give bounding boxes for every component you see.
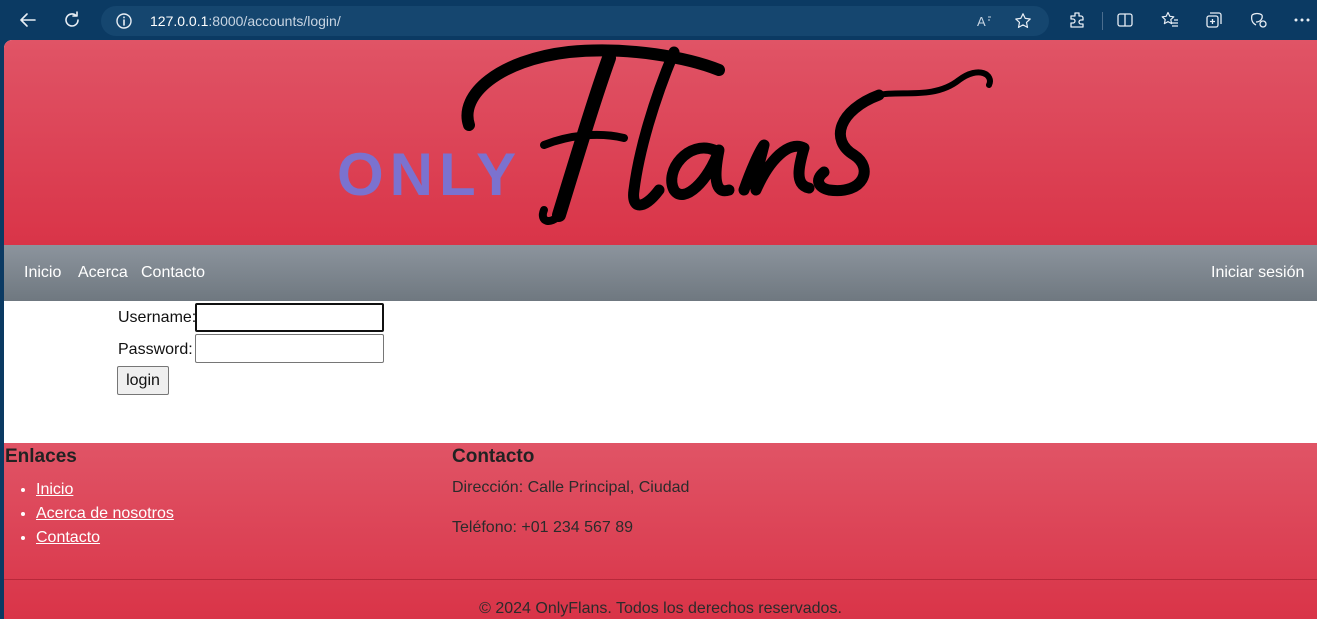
login-form: Username: Password: login xyxy=(4,301,1317,443)
url-text[interactable]: 127.0.0.1:8000/accounts/login/ xyxy=(150,13,341,29)
nav-link-contacto[interactable]: Contacto xyxy=(141,264,205,282)
split-screen-icon[interactable] xyxy=(1115,10,1135,30)
web-page: ONLY Inicio Acerca Contacto Iniciar sesi… xyxy=(4,40,1317,619)
main-navbar: Inicio Acerca Contacto Iniciar sesión xyxy=(4,245,1317,301)
copilot-icon[interactable] xyxy=(1248,10,1268,30)
address-bar[interactable]: 127.0.0.1:8000/accounts/login/ A xyxy=(101,6,1049,36)
footer-contact-title: Contacto xyxy=(452,446,535,467)
refresh-icon[interactable] xyxy=(60,8,84,32)
page-footer: Enlaces Inicio Acerca de nosotros Contac… xyxy=(4,443,1317,619)
username-label: Username: xyxy=(118,309,197,326)
footer-link-inicio[interactable]: Inicio xyxy=(36,481,73,498)
info-icon[interactable] xyxy=(115,12,133,30)
password-input[interactable] xyxy=(195,334,384,363)
footer-copyright: © 2024 OnlyFlans. Todos los derechos res… xyxy=(479,600,842,617)
favorites-icon[interactable] xyxy=(1160,10,1180,30)
browser-toolbar: 127.0.0.1:8000/accounts/login/ A xyxy=(0,0,1317,40)
extensions-icon[interactable] xyxy=(1067,10,1087,30)
nav-link-inicio[interactable]: Inicio xyxy=(24,264,61,282)
toolbar-divider xyxy=(1102,12,1103,30)
read-aloud-icon[interactable]: A xyxy=(976,12,994,30)
password-label: Password: xyxy=(118,341,193,358)
favorite-star-icon[interactable] xyxy=(1014,12,1032,30)
login-button[interactable]: login xyxy=(117,366,169,395)
footer-address: Dirección: Calle Principal, Ciudad xyxy=(452,479,690,496)
nav-link-login[interactable]: Iniciar sesión xyxy=(1211,264,1304,282)
logo-flans-script xyxy=(461,44,993,225)
list-item: Contacto xyxy=(36,526,174,550)
list-item: Acerca de nosotros xyxy=(36,502,174,526)
list-item: Inicio xyxy=(36,478,174,502)
back-icon[interactable] xyxy=(16,8,40,32)
more-icon[interactable] xyxy=(1292,10,1312,30)
username-input[interactable] xyxy=(195,303,384,332)
footer-links-list: Inicio Acerca de nosotros Contacto xyxy=(18,478,174,550)
svg-text:A: A xyxy=(977,14,986,29)
hero-banner: ONLY xyxy=(4,40,1317,245)
footer-link-acerca[interactable]: Acerca de nosotros xyxy=(36,505,174,522)
footer-divider xyxy=(4,579,1317,580)
nav-link-acerca[interactable]: Acerca xyxy=(78,264,128,282)
url-path: :8000/accounts/login/ xyxy=(208,13,341,29)
footer-links-title: Enlaces xyxy=(5,446,77,467)
footer-phone: Teléfono: +01 234 567 89 xyxy=(452,519,634,536)
collections-icon[interactable] xyxy=(1204,10,1224,30)
footer-link-contacto[interactable]: Contacto xyxy=(36,529,100,546)
url-host: 127.0.0.1 xyxy=(150,13,209,29)
